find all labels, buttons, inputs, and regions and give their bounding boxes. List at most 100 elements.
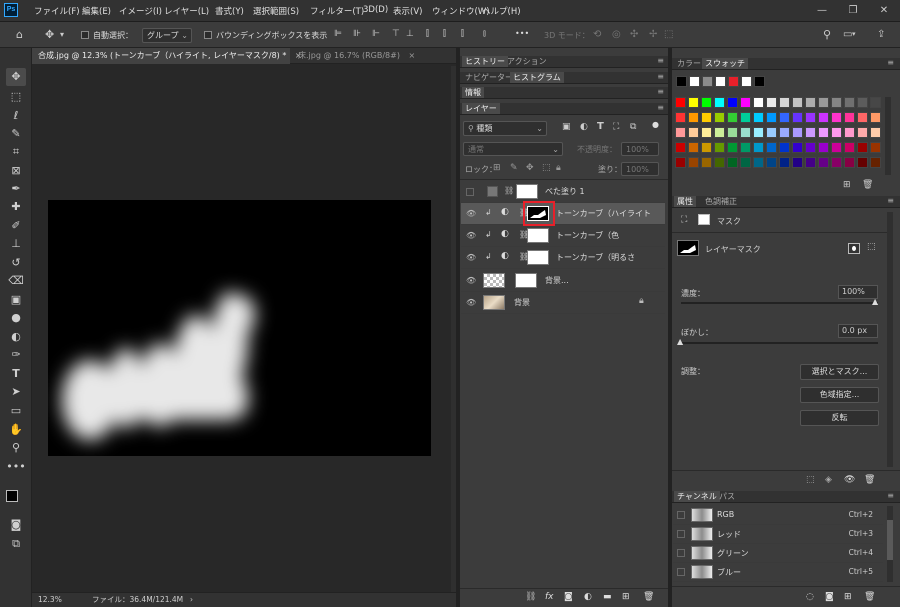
properties-scrollbar[interactable] [887, 212, 893, 467]
color-swatch[interactable] [740, 142, 751, 153]
color-swatch[interactable] [740, 97, 751, 108]
color-swatch[interactable] [766, 157, 777, 168]
color-swatch[interactable] [779, 97, 790, 108]
new-layer-icon[interactable]: ⊞ [622, 592, 630, 602]
color-swatch[interactable] [844, 127, 855, 138]
swatch-gray[interactable] [702, 76, 713, 87]
menu-edit[interactable]: 編集(E) [82, 5, 111, 17]
type-tool-icon[interactable]: T [6, 365, 26, 383]
color-swatch[interactable] [779, 157, 790, 168]
zoom-level[interactable]: 12.3% [38, 593, 62, 607]
color-swatch[interactable] [870, 127, 881, 138]
color-swatch[interactable] [818, 157, 829, 168]
path-select-tool-icon[interactable]: ➤ [6, 383, 26, 401]
color-swatch[interactable] [870, 112, 881, 123]
apply-mask-icon[interactable]: ◈ [825, 475, 832, 485]
color-swatch[interactable] [701, 112, 712, 123]
document-tab-active[interactable]: 合成.jpg @ 12.3% (トーンカーブ（ハイライト, レイヤーマスク/8)… [32, 48, 302, 64]
tab-actions[interactable]: アクション [504, 56, 550, 67]
color-swatch[interactable] [857, 127, 868, 138]
maximize-icon[interactable]: ❐ [838, 2, 868, 20]
color-swatch[interactable] [818, 127, 829, 138]
mask-thumbnail[interactable] [515, 273, 537, 288]
layer-row-background[interactable]: 👁︎ 背景 🔒︎ [461, 292, 665, 314]
link-icon[interactable]: ⛓ [504, 186, 514, 195]
color-swatch[interactable] [779, 142, 790, 153]
color-swatch[interactable] [857, 112, 868, 123]
color-swatch[interactable] [792, 112, 803, 123]
menu-filter[interactable]: フィルター(T) [310, 5, 364, 17]
color-swatch[interactable] [688, 97, 699, 108]
vector-mask-icon[interactable]: ⬚ [867, 242, 876, 252]
color-swatch[interactable] [714, 157, 725, 168]
distribute-right-icon[interactable]: ⫿ [461, 28, 464, 41]
visibility-toggle-empty[interactable] [677, 549, 685, 557]
channel-row-green[interactable]: グリーン Ctrl+4 [673, 544, 883, 563]
panel-menu-icon[interactable]: ≡ [657, 72, 664, 81]
menu-select[interactable]: 選択範囲(S) [253, 5, 299, 17]
mask-thumbnail[interactable] [516, 184, 538, 199]
color-swatch[interactable] [714, 142, 725, 153]
color-swatch[interactable] [688, 157, 699, 168]
menu-window[interactable]: ウィンドウ(W) [432, 5, 490, 17]
new-channel-icon[interactable]: ⊞ [844, 592, 852, 602]
channel-row-red[interactable]: レッド Ctrl+3 [673, 525, 883, 544]
swatch-white[interactable] [689, 76, 700, 87]
hand-tool-icon[interactable]: ✋ [6, 421, 26, 439]
blend-mode-dropdown[interactable]: 通常 ⌄ [463, 142, 563, 156]
tab-navigator[interactable]: ナビゲーター [462, 72, 516, 83]
color-swatch[interactable] [701, 97, 712, 108]
marquee-tool-icon[interactable]: ⬚ [6, 88, 26, 106]
color-swatch[interactable] [701, 127, 712, 138]
lock-artboard-icon[interactable]: ⬚ [542, 163, 551, 173]
lock-image-icon[interactable]: ✎ [510, 163, 518, 173]
mask-properties-icon[interactable] [698, 214, 710, 225]
swatch-white-3[interactable] [741, 76, 752, 87]
document-tab-inactive[interactable]: 床.jpg @ 16.7% (RGB/8#) × [292, 48, 432, 64]
layer-row-image[interactable]: 👁︎ 背景... [461, 270, 665, 292]
search-icon[interactable]: ⚲ [823, 28, 831, 41]
color-swatch[interactable] [688, 127, 699, 138]
menu-type[interactable]: 書式(Y) [215, 5, 244, 17]
curves-properties-icon[interactable]: ⛶ [681, 215, 687, 225]
mask-thumbnail[interactable] [527, 228, 549, 243]
swatch-white-2[interactable] [715, 76, 726, 87]
color-swatch[interactable] [675, 142, 686, 153]
filter-adjustment-icon[interactable]: ◐ [580, 122, 588, 132]
more-options-icon[interactable]: ••• [515, 29, 529, 38]
align-top-icon[interactable]: ⊤ [392, 28, 400, 41]
color-swatch[interactable] [831, 112, 842, 123]
eye-icon[interactable]: 👁︎ [466, 209, 476, 218]
lasso-tool-icon[interactable]: ℓ [6, 107, 26, 125]
menu-image[interactable]: イメージ(I) [119, 5, 162, 17]
menu-view[interactable]: 表示(V) [393, 5, 422, 17]
blur-tool-icon[interactable]: ● [6, 309, 26, 327]
channels-scrollbar[interactable] [887, 506, 893, 582]
color-swatch[interactable] [831, 142, 842, 153]
tab-properties[interactable]: 属性 [674, 196, 696, 207]
panel-menu-icon[interactable]: ≡ [887, 491, 894, 500]
tab-history[interactable]: ヒストリー [462, 56, 508, 67]
color-swatch[interactable] [675, 127, 686, 138]
color-swatch[interactable] [675, 157, 686, 168]
color-range-button[interactable]: 色域指定... [800, 387, 879, 403]
close-window-icon[interactable]: ✕ [869, 2, 899, 20]
swatch-black[interactable] [676, 76, 687, 87]
trash-icon[interactable]: 🗑︎ [643, 592, 654, 602]
color-swatch[interactable] [831, 97, 842, 108]
link-layers-icon[interactable]: ⛓ [525, 592, 536, 602]
layer-row-fill[interactable]: ⛓ べた塗り 1 [461, 181, 665, 203]
eye-icon[interactable]: 👁︎ [466, 253, 476, 262]
menu-file[interactable]: ファイル(F) [34, 5, 80, 17]
color-swatch[interactable] [740, 157, 751, 168]
color-swatch[interactable] [740, 112, 751, 123]
color-swatch[interactable] [727, 112, 738, 123]
lock-position-icon[interactable]: ✥ [526, 163, 534, 173]
panel-menu-icon[interactable]: ≡ [657, 87, 664, 96]
align-right-icon[interactable]: ⊩ [372, 28, 380, 41]
screen-mode-icon[interactable]: ⧉ [6, 535, 26, 553]
color-swatch[interactable] [857, 142, 868, 153]
distribute-center-icon[interactable]: ⫿ [443, 28, 446, 41]
color-swatch[interactable] [675, 112, 686, 123]
color-swatch[interactable] [805, 157, 816, 168]
